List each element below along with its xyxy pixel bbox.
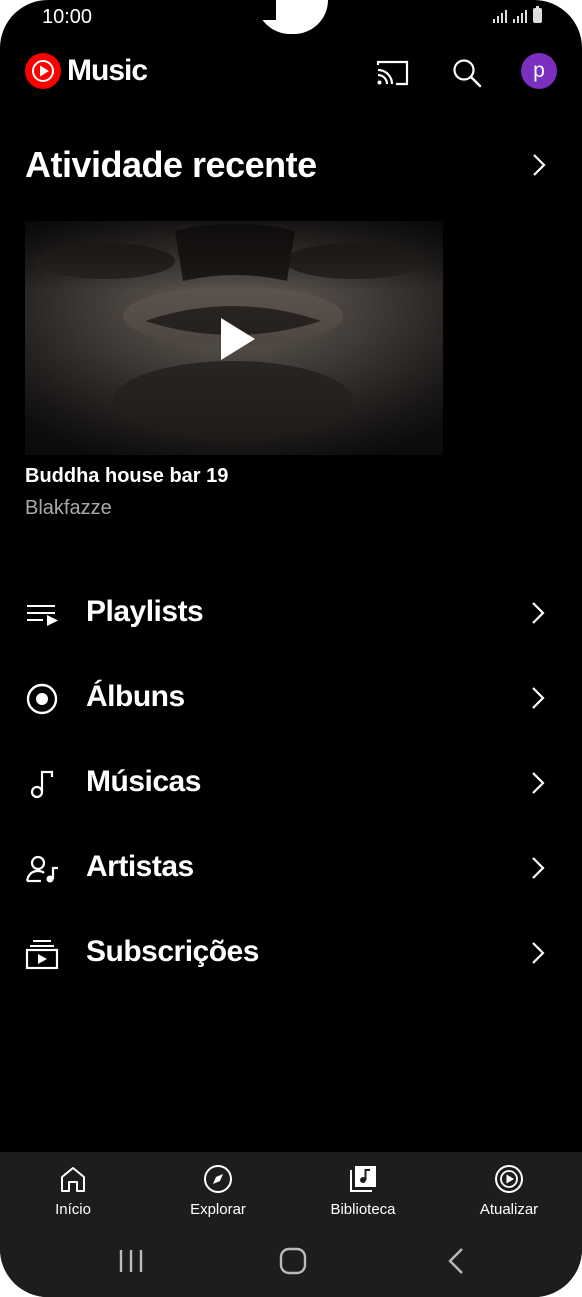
nav-label: Biblioteca — [330, 1201, 396, 1218]
battery-icon — [533, 6, 542, 23]
nav-item-upgrade[interactable]: Atualizar — [439, 1152, 579, 1227]
cast-icon[interactable] — [376, 59, 410, 87]
nav-item-library[interactable]: Biblioteca — [293, 1152, 433, 1227]
nav-label: Atualizar — [479, 1201, 539, 1218]
app-name: Music — [67, 54, 148, 87]
library-item-playlists[interactable]: Playlists — [0, 584, 582, 644]
recent-track-artist[interactable]: Blakfazze — [25, 497, 112, 520]
artist-icon — [25, 855, 58, 883]
library-item-artists[interactable]: Artistas — [0, 839, 582, 899]
chevron-right-icon — [532, 772, 545, 794]
signal-icon — [493, 9, 507, 23]
avatar[interactable]: p — [521, 53, 557, 89]
chevron-right-icon — [532, 602, 545, 624]
chevron-right-icon[interactable] — [531, 153, 547, 177]
home-button-icon[interactable] — [279, 1247, 307, 1275]
library-item-label: Artistas — [86, 850, 194, 883]
youtube-music-logo-icon — [25, 53, 61, 89]
subscriptions-icon — [25, 940, 59, 970]
library-icon — [350, 1166, 376, 1192]
recent-track-title[interactable]: Buddha house bar 19 — [25, 465, 228, 488]
recent-activity-title[interactable]: Atividade recente — [25, 144, 317, 186]
status-time: 10:00 — [42, 6, 93, 28]
status-icons — [493, 6, 542, 23]
recent-track-thumbnail[interactable] — [25, 221, 443, 455]
compass-icon — [204, 1165, 232, 1193]
home-icon — [61, 1167, 85, 1192]
music-note-icon — [30, 770, 54, 799]
bottom-nav: Início Explorar Biblioteca Atualizar — [0, 1152, 582, 1297]
library-item-label: Subscrições — [86, 935, 259, 968]
playlist-icon — [27, 605, 58, 626]
library-item-label: Álbuns — [86, 680, 185, 713]
app-logo[interactable]: Music — [25, 53, 148, 89]
library-item-albums[interactable]: Álbuns — [0, 669, 582, 729]
album-icon — [26, 683, 58, 715]
signal-icon-2 — [513, 9, 527, 23]
play-icon[interactable] — [219, 316, 257, 362]
nav-item-explore[interactable]: Explorar — [148, 1152, 288, 1227]
search-icon[interactable] — [452, 58, 482, 88]
library-item-songs[interactable]: Músicas — [0, 754, 582, 814]
library-item-label: Playlists — [86, 595, 204, 628]
upgrade-icon — [495, 1165, 523, 1193]
recent-apps-icon[interactable] — [118, 1248, 144, 1274]
nav-label: Explorar — [190, 1201, 246, 1218]
nav-item-home[interactable]: Início — [3, 1152, 143, 1227]
avatar-letter: p — [533, 59, 545, 82]
back-icon[interactable] — [447, 1247, 465, 1275]
chevron-right-icon — [532, 687, 545, 709]
camera-notch — [256, 0, 328, 34]
library-item-subscriptions[interactable]: Subscrições — [0, 924, 582, 984]
nav-label: Início — [55, 1201, 91, 1218]
phone-screen: 10:00 Music p Atividade recente Buddha h… — [0, 0, 582, 1297]
library-item-label: Músicas — [86, 765, 201, 798]
chevron-right-icon — [532, 857, 545, 879]
chevron-right-icon — [532, 942, 545, 964]
